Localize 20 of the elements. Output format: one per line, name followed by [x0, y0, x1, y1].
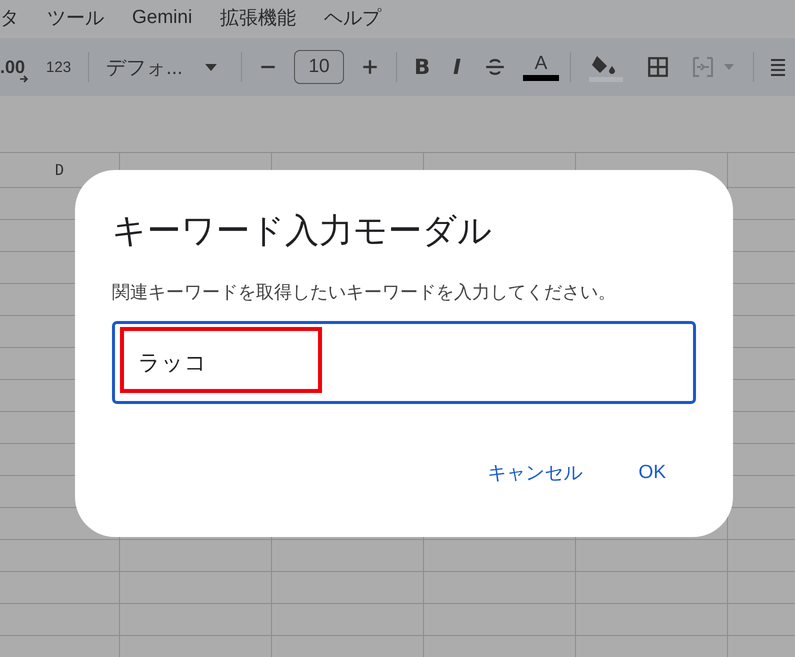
input-field[interactable]: ラッコ [112, 321, 696, 404]
decrease-decimal-button[interactable]: .00 [0, 49, 30, 85]
number-format-button[interactable]: 123 [40, 49, 78, 85]
ok-button[interactable]: OK [632, 456, 672, 490]
menu-item[interactable]: Gemini [132, 7, 192, 29]
menu-item[interactable]: ツール [47, 5, 104, 31]
dialog-message: 関連キーワードを取得したいキーワードを入力してください。 [112, 281, 617, 304]
font-select[interactable]: デフォ... [100, 49, 230, 85]
menu-item[interactable]: タ [0, 5, 19, 31]
menu-item[interactable]: ヘルプ [324, 5, 382, 31]
column-header: D [54, 161, 64, 179]
text-color-button[interactable]: A [522, 53, 559, 81]
dialog-title: キーワード入力モーダル [112, 211, 493, 252]
menu-item[interactable]: 拡張機能 [220, 5, 296, 31]
italic-button[interactable]: I [447, 49, 467, 85]
font-size-field[interactable]: 10 [294, 50, 344, 84]
cancel-button[interactable]: キャンセル [482, 456, 589, 490]
caret-icon [204, 64, 217, 70]
arrow-icon [19, 75, 30, 83]
bold-button[interactable]: B [408, 49, 436, 85]
